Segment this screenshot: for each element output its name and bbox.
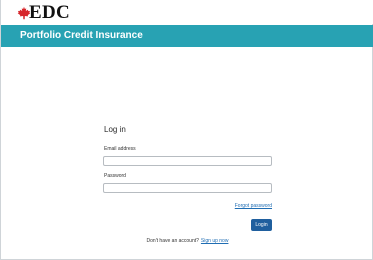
header-banner: Portfolio Credit Insurance [1, 25, 373, 47]
logo-text: EDC [29, 2, 71, 23]
password-field[interactable] [103, 183, 272, 193]
signup-link[interactable]: Sign up now [201, 238, 229, 244]
password-label: Password [104, 173, 126, 179]
login-button[interactable]: Login [251, 219, 272, 231]
signup-prompt: Don't have an account? [146, 238, 199, 244]
login-form: Log in Email address Password Forgot pas… [103, 124, 275, 250]
forgot-password-link[interactable]: Forgot password [235, 203, 272, 209]
signup-row: Don't have an account? Sign up now [1, 238, 373, 244]
email-label: Email address [104, 146, 136, 152]
email-field[interactable] [103, 156, 272, 166]
page: EDC Portfolio Credit Insurance Log in Em… [0, 0, 373, 260]
login-heading: Log in [104, 125, 126, 134]
edc-logo[interactable]: EDC [17, 2, 71, 23]
app-title: Portfolio Credit Insurance [20, 30, 143, 41]
top-bar: EDC [1, 0, 373, 24]
